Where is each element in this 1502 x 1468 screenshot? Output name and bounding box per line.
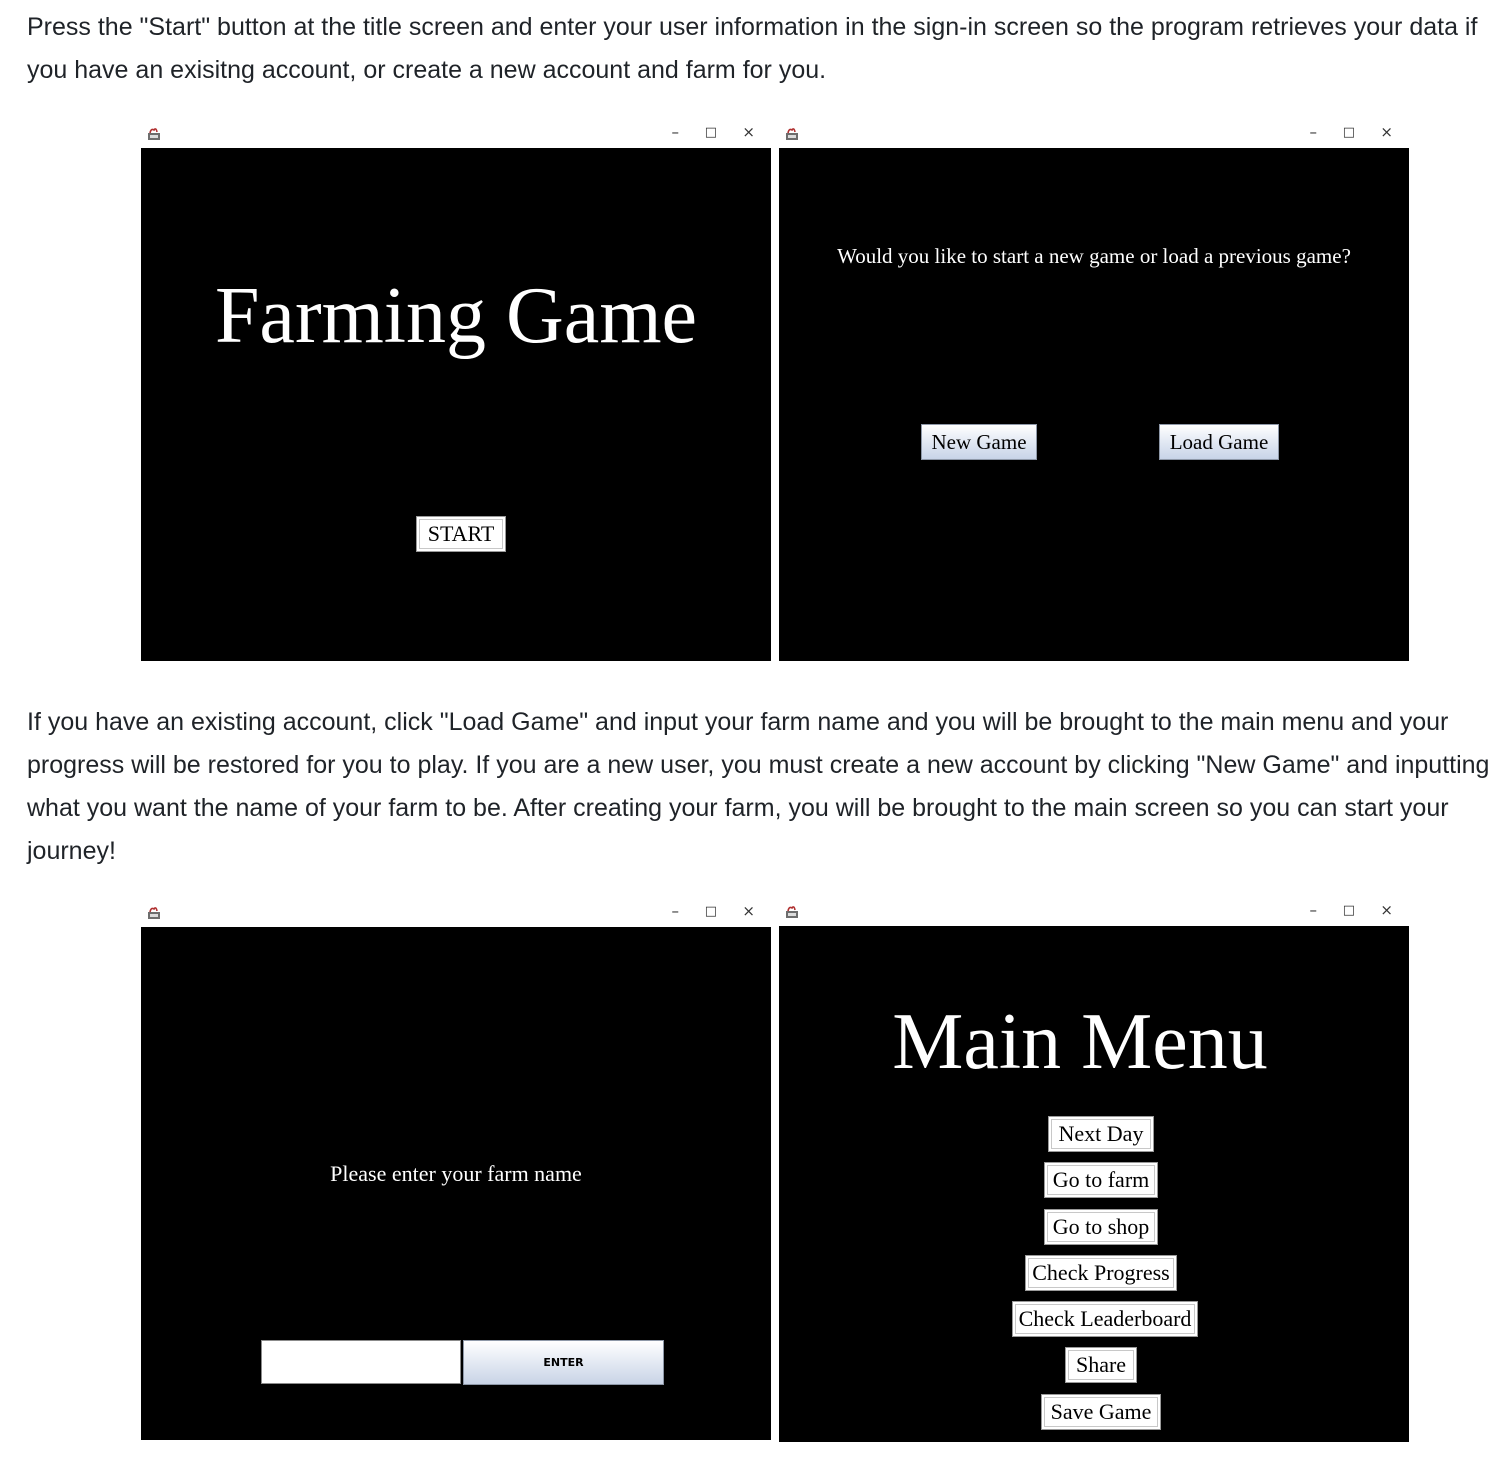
enter-button[interactable]: ENTER xyxy=(463,1340,664,1385)
minimize-button[interactable]: – xyxy=(672,902,680,920)
game-title: Farming Game xyxy=(214,272,698,360)
window-titlebar: – □ × xyxy=(779,899,1409,926)
window-titlebar: – □ × xyxy=(141,121,771,148)
check-leaderboard-button[interactable]: Check Leaderboard xyxy=(1012,1301,1198,1337)
next-day-button[interactable]: Next Day xyxy=(1048,1116,1154,1152)
main-menu-title: Main Menu xyxy=(892,998,1268,1086)
java-app-icon xyxy=(786,128,798,140)
game-screen: Main Menu Next Day Go to farm Go to shop… xyxy=(779,926,1409,1442)
go-to-farm-button[interactable]: Go to farm xyxy=(1044,1162,1158,1198)
farm-name-window: – □ × Please enter your farm name ENTER xyxy=(141,900,771,1440)
farm-name-input[interactable] xyxy=(261,1340,461,1384)
share-button[interactable]: Share xyxy=(1065,1347,1137,1383)
game-screen: Would you like to start a new game or lo… xyxy=(779,148,1409,661)
go-to-shop-button[interactable]: Go to shop xyxy=(1044,1209,1158,1245)
java-app-icon xyxy=(148,128,160,140)
minimize-button[interactable]: – xyxy=(1310,123,1318,141)
start-button[interactable]: START xyxy=(416,516,506,552)
maximize-button[interactable]: □ xyxy=(1343,125,1355,140)
close-button[interactable]: × xyxy=(1380,123,1393,141)
save-game-button[interactable]: Save Game xyxy=(1041,1394,1161,1430)
new-load-window: – □ × Would you like to start a new game… xyxy=(779,121,1409,661)
new-or-load-question: Would you like to start a new game or lo… xyxy=(837,244,1351,268)
close-button[interactable]: × xyxy=(742,902,755,920)
new-game-button[interactable]: New Game xyxy=(921,424,1037,460)
java-app-icon xyxy=(786,906,798,918)
game-screen: Farming Game START xyxy=(141,148,771,661)
main-menu-window: – □ × Main Menu Next Day Go to farm Go t… xyxy=(779,899,1409,1442)
accounts-paragraph: If you have an existing account, click "… xyxy=(27,708,1490,865)
minimize-button[interactable]: – xyxy=(672,123,680,141)
close-button[interactable]: × xyxy=(1380,901,1393,919)
intro-paragraph: Press the "Start" button at the title sc… xyxy=(27,13,1478,84)
maximize-button[interactable]: □ xyxy=(1343,903,1355,918)
window-titlebar: – □ × xyxy=(779,121,1409,148)
minimize-button[interactable]: – xyxy=(1310,901,1318,919)
load-game-button[interactable]: Load Game xyxy=(1159,424,1279,460)
java-app-icon xyxy=(148,907,160,919)
check-progress-button[interactable]: Check Progress xyxy=(1025,1255,1177,1291)
maximize-button[interactable]: □ xyxy=(705,125,717,140)
close-button[interactable]: × xyxy=(742,123,755,141)
farm-name-prompt: Please enter your farm name xyxy=(330,1161,582,1186)
maximize-button[interactable]: □ xyxy=(705,904,717,919)
title-screen-window: – □ × Farming Game START xyxy=(141,121,771,661)
window-titlebar: – □ × xyxy=(141,900,771,927)
game-screen: Please enter your farm name ENTER xyxy=(141,927,771,1440)
